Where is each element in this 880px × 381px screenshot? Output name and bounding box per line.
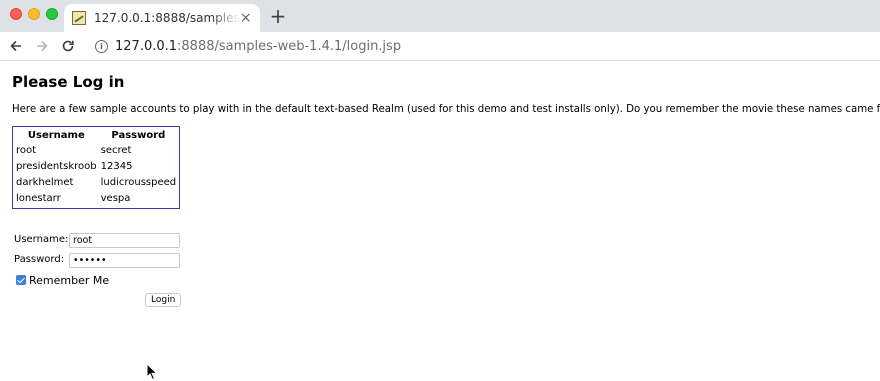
column-header-username: Username — [27, 130, 85, 141]
arrow-right-icon — [37, 40, 48, 52]
reload-button[interactable] — [58, 36, 78, 56]
tab-close-icon[interactable]: × — [240, 11, 252, 25]
page-favicon-icon — [72, 11, 86, 25]
username-input[interactable] — [69, 233, 180, 248]
window-controls — [10, 8, 58, 20]
sample-accounts-table: Username Password root secret presidents… — [12, 126, 181, 209]
table-row: lonestarr vespa — [14, 190, 178, 206]
table-row: root secret — [14, 142, 178, 158]
browser-tab[interactable]: 127.0.0.1:8888/samples-web-1 × — [64, 4, 260, 32]
tab-strip: 127.0.0.1:8888/samples-web-1 × + — [0, 0, 880, 32]
zoom-window-button[interactable] — [46, 8, 58, 20]
new-tab-button[interactable]: + — [268, 6, 288, 26]
tab-title: 127.0.0.1:8888/samples-web-1 — [94, 11, 240, 25]
remember-me-checkbox[interactable] — [16, 275, 26, 285]
page-title: Please Log in — [12, 73, 125, 91]
browser-toolbar: i 127.0.0.1:8888/samples-web-1.4.1/login… — [0, 32, 880, 61]
reload-icon — [62, 40, 74, 52]
table-row: presidentskroob 12345 — [14, 158, 178, 174]
table-row: darkhelmet ludicrousspeed — [14, 174, 178, 190]
mouse-cursor-icon — [146, 363, 158, 381]
close-window-button[interactable] — [10, 8, 22, 20]
username-cell: root — [16, 144, 37, 156]
username-cell: presidentskroob — [16, 160, 97, 172]
site-info-icon[interactable]: i — [95, 40, 108, 53]
minimize-window-button[interactable] — [28, 8, 40, 20]
table-header-row: Username Password — [14, 129, 178, 142]
password-input[interactable] — [69, 253, 180, 268]
username-label: Username: — [14, 234, 69, 245]
address-bar[interactable]: 127.0.0.1:8888/samples-web-1.4.1/login.j… — [115, 39, 401, 54]
column-header-password: Password — [111, 130, 166, 141]
password-cell: vespa — [100, 192, 131, 204]
login-button[interactable]: Login — [145, 293, 182, 307]
password-cell: ludicrousspeed — [100, 176, 177, 188]
url-path: :8888/samples-web-1.4.1/login.jsp — [177, 39, 402, 54]
username-cell: darkhelmet — [16, 176, 74, 188]
password-cell: 12345 — [100, 160, 133, 172]
back-button[interactable] — [6, 36, 26, 56]
username-cell: lonestarr — [16, 192, 61, 204]
password-label: Password: — [14, 254, 65, 265]
remember-me-row: Remember Me — [16, 274, 109, 287]
arrow-left-icon — [10, 40, 21, 52]
url-host: 127.0.0.1 — [115, 39, 178, 54]
password-cell: secret — [100, 144, 132, 156]
remember-me-label: Remember Me — [29, 274, 110, 287]
forward-button[interactable] — [32, 36, 52, 56]
intro-text: Here are a few sample accounts to play w… — [12, 104, 880, 115]
